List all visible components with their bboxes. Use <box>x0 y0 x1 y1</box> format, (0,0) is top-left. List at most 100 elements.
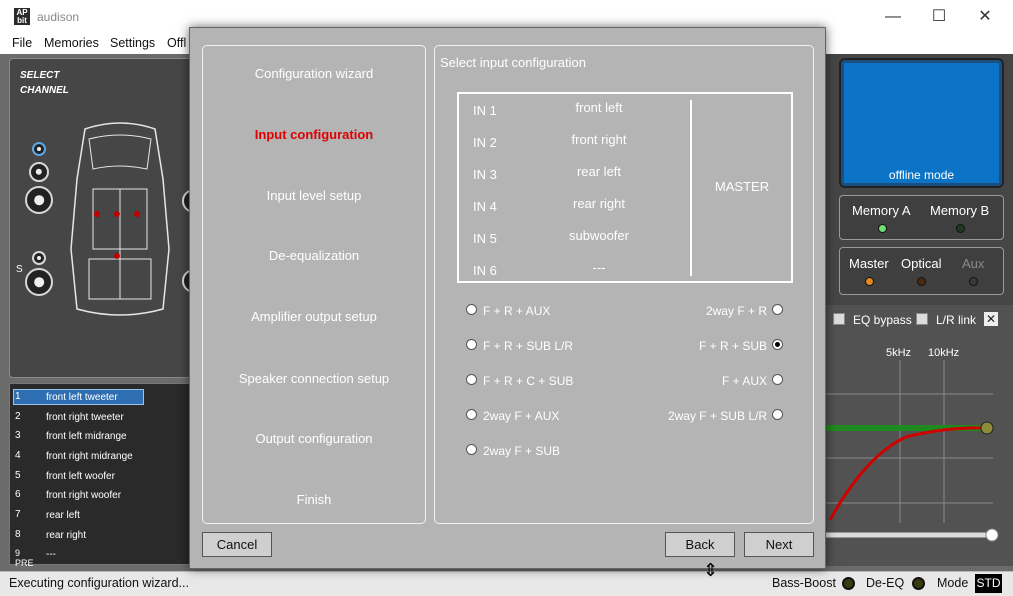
menu-file[interactable]: File <box>12 36 32 50</box>
input-config-panel: Select input configuration IN 1 front le… <box>434 45 814 524</box>
input-name: rear right <box>572 196 626 211</box>
status-text: Executing configuration wizard... <box>9 576 189 590</box>
input-id: IN 5 <box>473 231 497 246</box>
bass-boost-led <box>842 577 855 590</box>
wizard-steps-panel: Configuration wizard Input configuration… <box>202 45 426 524</box>
channel-row[interactable]: 1 front left tweeter <box>10 388 190 406</box>
channel-row[interactable]: 6 front right woofer <box>10 486 190 504</box>
radio-f-r-sub[interactable] <box>772 339 783 350</box>
radio-f-aux[interactable] <box>772 374 783 385</box>
eq-area: EQ bypass L/R link ✕ 5kHz 10kHz <box>826 305 1013 566</box>
channel-row[interactable]: 5 front left woofer <box>10 467 190 485</box>
channel-name: --- <box>46 549 56 560</box>
channel-number: 1 <box>15 391 21 402</box>
channel-row[interactable]: 7 rear left <box>10 506 190 524</box>
radio-2way-f-aux[interactable] <box>466 409 477 420</box>
mode-value[interactable]: STD <box>975 574 1002 593</box>
input-id: IN 2 <box>473 135 497 150</box>
channel-number: 6 <box>15 489 21 500</box>
input-id: IN 4 <box>473 199 497 214</box>
close-button[interactable]: ✕ <box>962 0 1008 34</box>
option-label: F + AUX <box>721 374 767 388</box>
option-label: 2way F + SUB L/R <box>667 409 767 423</box>
channel-name: rear right <box>46 530 87 541</box>
option-label: F + R + AUX <box>483 304 551 318</box>
radio-2way-f-sub-lr[interactable] <box>772 409 783 420</box>
radio-2way-f-r[interactable] <box>772 304 783 315</box>
step-speaker-connection-setup: Speaker connection setup <box>238 371 390 386</box>
menu-memories[interactable]: Memories <box>44 36 99 50</box>
input-name: front right <box>571 132 627 147</box>
channel-name: front left midrange <box>46 431 127 442</box>
input-id: IN 3 <box>473 167 497 182</box>
select-channel-label: SELECT CHANNEL <box>20 70 69 96</box>
tweeter-left-icon[interactable] <box>32 142 46 156</box>
input-id: IN 1 <box>473 103 497 118</box>
memory-box: Memory A Memory B <box>839 195 1004 240</box>
memory-b-led <box>956 224 965 233</box>
offline-mode-label: offline mode <box>888 168 955 182</box>
cancel-button[interactable]: Cancel <box>202 532 272 557</box>
step-finish: Finish <box>296 492 332 507</box>
radio-f-r-c-sub[interactable] <box>466 374 477 385</box>
midrange-left-icon[interactable] <box>29 162 49 182</box>
rear-woofer-icon[interactable] <box>25 268 53 296</box>
maximize-button[interactable]: ☐ <box>916 0 962 34</box>
de-eq-label: De-EQ <box>866 576 905 590</box>
channel-number: 4 <box>15 450 21 461</box>
radio-2way-f-sub[interactable] <box>466 444 477 455</box>
channel-name: front right tweeter <box>46 412 124 423</box>
master-label: MASTER <box>714 179 770 194</box>
eq-graph <box>826 360 999 542</box>
step-configuration-wizard: Configuration wizard <box>254 66 374 81</box>
aux-led <box>969 277 978 286</box>
channel-name: front right midrange <box>46 451 133 462</box>
option-label: F + R + C + SUB <box>483 374 574 388</box>
input-source-box: Master Optical Aux <box>839 247 1004 295</box>
back-button[interactable]: Back <box>665 532 735 557</box>
configuration-wizard-dialog: Configuration wizard Input configuration… <box>189 27 826 569</box>
channel-number: 9 PRE <box>15 548 34 568</box>
input-mapping-table: IN 1 front left IN 2 front right IN 3 re… <box>457 92 793 283</box>
offline-mode-display: offline mode <box>839 58 1004 188</box>
memory-b-label[interactable]: Memory B <box>930 203 989 218</box>
minimize-button[interactable]: — <box>870 0 916 34</box>
master-source-label[interactable]: Master <box>849 256 889 271</box>
next-button[interactable]: Next <box>744 532 814 557</box>
channel-row[interactable]: 4 front right midrange <box>10 447 190 465</box>
channel-number: 2 <box>15 411 21 422</box>
channel-number: 5 <box>15 470 21 481</box>
rear-tweeter-icon[interactable] <box>32 251 46 265</box>
menu-offline[interactable]: Offl <box>167 36 186 50</box>
optical-source-label[interactable]: Optical <box>901 256 941 271</box>
channel-row[interactable]: 2 front right tweeter <box>10 408 190 426</box>
channel-row[interactable]: 8 rear right <box>10 526 190 544</box>
channel-row[interactable]: 3 front left midrange <box>10 427 190 445</box>
step-amplifier-output-setup: Amplifier output setup <box>251 309 377 324</box>
config-title: Select input configuration <box>440 55 586 70</box>
eq-slider-handle[interactable] <box>985 528 999 542</box>
memory-a-label[interactable]: Memory A <box>852 203 911 218</box>
radio-f-r-aux[interactable] <box>466 304 477 315</box>
menu-settings[interactable]: Settings <box>110 36 155 50</box>
option-label: F + R + SUB L/R <box>483 339 574 353</box>
eq-handle[interactable] <box>980 421 994 435</box>
channel-name: front right woofer <box>46 490 122 501</box>
input-name: front left <box>575 100 623 115</box>
master-led <box>865 277 874 286</box>
side-letter: S <box>16 264 23 275</box>
resize-cursor-icon: ⇕ <box>703 560 719 580</box>
step-output-configuration: Output configuration <box>255 431 373 446</box>
input-name: rear left <box>576 164 622 179</box>
channel-number: 7 <box>15 509 21 520</box>
channel-name: front left tweeter <box>46 392 118 403</box>
status-bar: Executing configuration wizard... Bass-B… <box>0 571 1013 596</box>
aux-source-label[interactable]: Aux <box>962 256 984 271</box>
woofer-left-icon[interactable] <box>25 186 53 214</box>
memory-a-led <box>878 224 887 233</box>
input-name: --- <box>592 260 606 275</box>
channel-row[interactable]: 9 PRE --- <box>10 545 190 568</box>
radio-f-r-sub-lr[interactable] <box>466 339 477 350</box>
option-label: 2way F + AUX <box>483 409 560 423</box>
input-id: IN 6 <box>473 263 497 278</box>
